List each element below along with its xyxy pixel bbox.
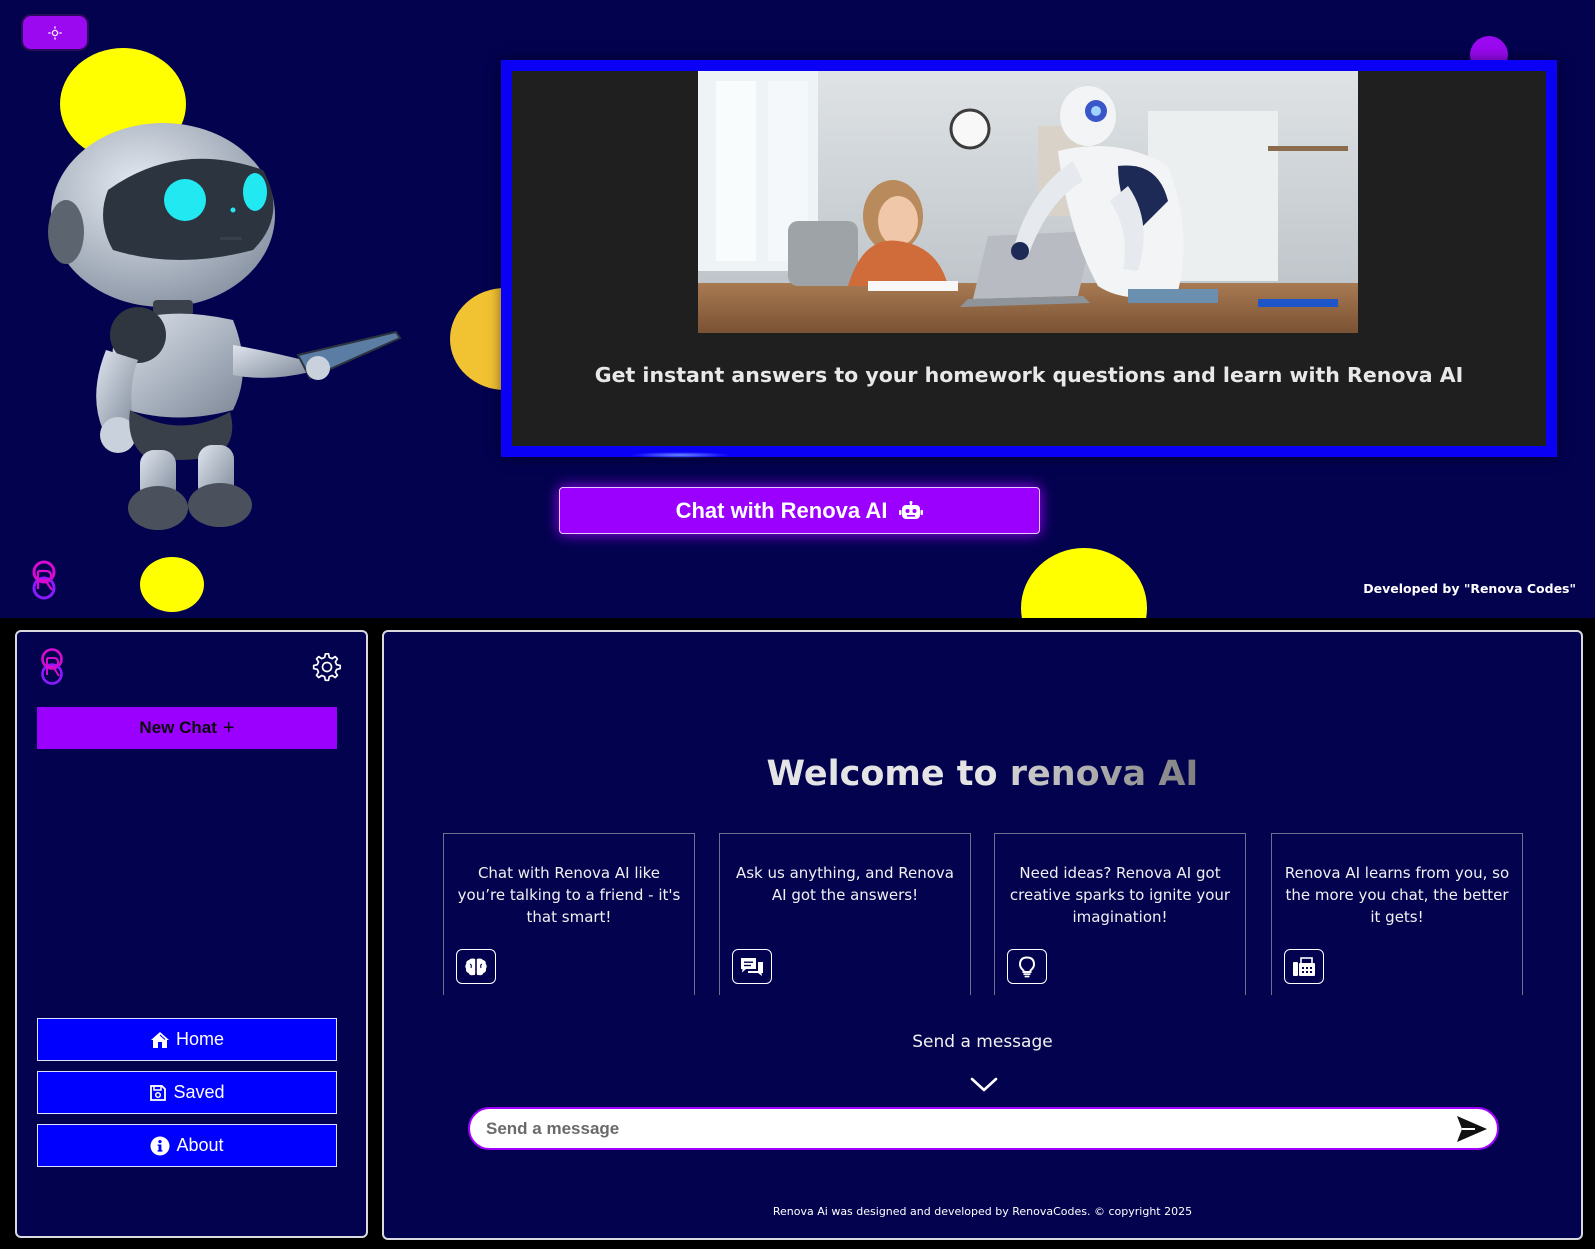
- renova-logo-icon: [32, 560, 56, 600]
- welcome-heading: Welcome to renova AI: [384, 754, 1581, 794]
- settings-gear-icon[interactable]: [311, 651, 343, 683]
- sun-icon: [48, 25, 62, 40]
- suggestion-card[interactable]: Need ideas? Renova AI got creative spark…: [994, 833, 1246, 995]
- renova-logo-icon: [41, 648, 63, 685]
- theme-toggle-button[interactable]: [23, 16, 87, 49]
- brain-icon: [456, 949, 496, 984]
- card-text: Chat with Renova AI like you’re talking …: [457, 864, 681, 926]
- hero-image: [698, 71, 1358, 333]
- card-text: Renova AI learns from you, so the more y…: [1284, 864, 1510, 926]
- nav-home-button[interactable]: Home: [37, 1018, 337, 1061]
- footer-copyright: Renova Ai was designed and developed by …: [772, 1205, 1193, 1218]
- message-input[interactable]: [486, 1109, 1426, 1148]
- new-chat-button[interactable]: New Chat +: [37, 707, 337, 749]
- welcome-brand: renova AI: [1009, 754, 1199, 794]
- suggestion-card[interactable]: Chat with Renova AI like you’re talking …: [443, 833, 695, 995]
- nav-saved-button[interactable]: Saved: [37, 1071, 337, 1114]
- nav-home-label: Home: [175, 1029, 224, 1049]
- suggestion-card[interactable]: Ask us anything, and Renova AI got the a…: [719, 833, 971, 995]
- glow-accent: [630, 452, 730, 458]
- home-icon: [150, 1031, 169, 1048]
- new-chat-label: New Chat: [139, 718, 217, 737]
- decor-circle: [140, 557, 204, 612]
- suggestion-card[interactable]: Renova AI learns from you, so the more y…: [1271, 833, 1523, 995]
- hero-caption: Get instant answers to your homework que…: [594, 363, 1464, 387]
- message-input-container: [468, 1107, 1499, 1150]
- welcome-text: Welcome to: [766, 754, 1010, 794]
- lightbulb-icon: [1007, 949, 1047, 984]
- save-icon: [150, 1084, 167, 1101]
- robot-icon: [899, 500, 924, 519]
- chat-with-renova-button[interactable]: Chat with Renova AI: [559, 487, 1040, 534]
- nav-about-label: About: [176, 1135, 224, 1155]
- info-icon: [150, 1136, 170, 1155]
- sidebar: New Chat + Home Saved About: [15, 630, 368, 1238]
- hero-section: Get instant answers to your homework que…: [0, 0, 1595, 618]
- nav-saved-label: Saved: [173, 1082, 225, 1102]
- robot-illustration: [48, 123, 402, 530]
- decor-circle: [1021, 548, 1147, 618]
- chat-main-panel: Welcome to renova AI Chat with Renova AI…: [382, 630, 1583, 1240]
- card-text: Ask us anything, and Renova AI got the a…: [735, 864, 955, 904]
- fax-icon: [1284, 949, 1324, 984]
- chat-bubbles-icon: [732, 949, 772, 984]
- hero-feature-card: Get instant answers to your homework que…: [501, 60, 1557, 457]
- chat-app: New Chat + Home Saved About Welcome to r…: [0, 618, 1595, 1249]
- nav-about-button[interactable]: About: [37, 1124, 337, 1167]
- plus-icon: +: [222, 716, 235, 739]
- chevron-down-icon: [970, 1077, 998, 1092]
- chat-cta-label: Chat with Renova AI: [675, 497, 888, 523]
- send-icon[interactable]: [1455, 1114, 1489, 1144]
- send-message-label: Send a message: [912, 1032, 1053, 1052]
- card-text: Need ideas? Renova AI got creative spark…: [1009, 864, 1231, 926]
- developed-by-credit: Developed by "Renova Codes": [1363, 581, 1576, 596]
